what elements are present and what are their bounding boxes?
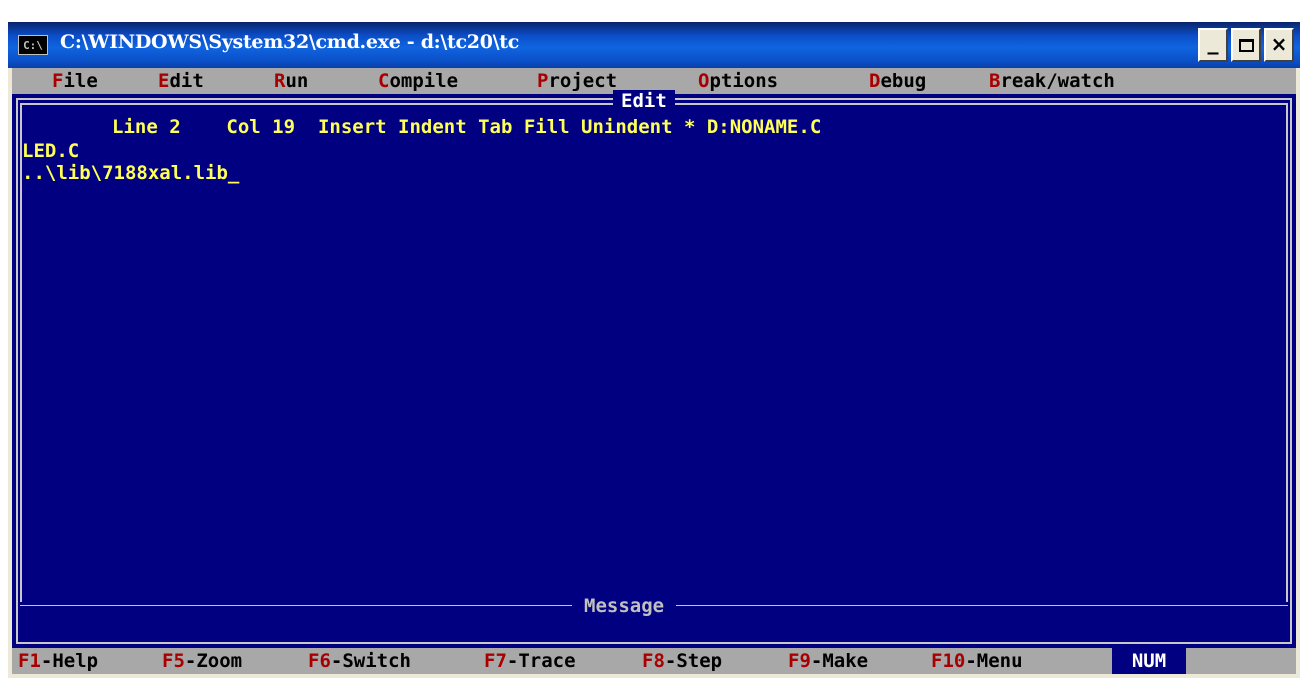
fkey-step[interactable]: F8-Step — [642, 649, 722, 673]
close-icon: × — [1270, 32, 1288, 56]
fkey-help[interactable]: F1-Help — [18, 649, 98, 673]
fkey-switch-label: -Switch — [330, 650, 411, 672]
menu-run[interactable]: Run — [274, 69, 308, 93]
editor-line-2[interactable]: ..\lib\7188xal.lib_ — [22, 162, 239, 184]
status-line-number: Line 2 — [112, 116, 181, 138]
message-panel-title: Message — [572, 594, 677, 618]
menu-compile-label: ompile — [389, 70, 459, 92]
menu-run-label: un — [285, 70, 309, 92]
fkey-menu-label: -Menu — [965, 650, 1023, 672]
fkey-menu-key: F10 — [931, 650, 966, 672]
fkey-menu[interactable]: F10-Menu — [931, 649, 1023, 673]
menu-debug[interactable]: Debug — [869, 69, 926, 93]
menu-run-hotkey: R — [274, 70, 286, 92]
fkey-trace[interactable]: F7-Trace — [484, 649, 576, 673]
fkey-zoom-label: -Zoom — [184, 650, 243, 672]
editor-line-2-text: ..\lib\7188xal.lib — [22, 162, 228, 184]
menu-debug-hotkey: D — [869, 70, 881, 92]
console-icon[interactable]: C:\ — [18, 35, 48, 55]
menu-edit-label: dit — [169, 70, 204, 92]
menu-options-label: ptions — [709, 70, 779, 92]
cmd-window: C:\ C:\WINDOWS\System32\cmd.exe - d:\tc2… — [8, 22, 1300, 678]
frame-left-outer — [16, 98, 18, 644]
menu-project[interactable]: Project — [537, 69, 617, 93]
cropped-background — [0, 0, 1306, 22]
menu-breakwatch-label: reak/watch — [1000, 70, 1115, 92]
frame-bottom — [16, 642, 1292, 644]
menu-options[interactable]: Options — [698, 69, 778, 93]
text-cursor: _ — [227, 162, 240, 184]
menu-edit[interactable]: Edit — [158, 69, 204, 93]
edit-frame-title: Edit — [613, 90, 675, 112]
function-key-bar: F1-Help F5-Zoom F6-Switch F7-Trace F8-St… — [12, 648, 1296, 674]
fkey-make[interactable]: F9-Make — [788, 649, 868, 673]
frame-right-inner — [1286, 103, 1288, 602]
minimize-button[interactable]: _ — [1198, 28, 1228, 62]
menu-options-hotkey: O — [698, 70, 710, 92]
fkey-help-label: -Help — [40, 650, 99, 672]
fkey-zoom-key: F5 — [162, 650, 185, 672]
fkey-make-key: F9 — [788, 650, 811, 672]
menu-file[interactable]: File — [52, 69, 98, 93]
status-flags: Insert Indent Tab Fill Unindent * D:NONA… — [317, 116, 822, 138]
fkey-zoom[interactable]: F5-Zoom — [162, 649, 242, 673]
fkey-help-key: F1 — [18, 650, 41, 672]
editor-status-line: Line 2 Col 19 Insert Indent Tab Fill Uni… — [112, 115, 821, 139]
frame-right-outer — [1290, 98, 1292, 644]
menu-breakwatch[interactable]: Break/watch — [989, 69, 1115, 93]
menu-debug-label: ebug — [880, 70, 927, 92]
fkey-switch[interactable]: F6-Switch — [308, 649, 411, 673]
close-button[interactable]: × — [1264, 28, 1294, 62]
menu-project-label: roject — [548, 70, 618, 92]
menu-file-hotkey: F — [52, 70, 64, 92]
editor-line-1[interactable]: LED.C — [22, 140, 79, 162]
window-title: C:\WINDOWS\System32\cmd.exe - d:\tc20\tc — [60, 31, 520, 53]
menu-compile-hotkey: C — [378, 70, 390, 92]
fkey-step-key: F8 — [642, 650, 665, 672]
minimize-icon: _ — [1207, 30, 1219, 55]
fkey-trace-label: -Trace — [506, 650, 576, 672]
maximize-button[interactable] — [1231, 28, 1261, 62]
menu-project-hotkey: P — [537, 70, 549, 92]
fkey-make-label: -Make — [810, 650, 869, 672]
menu-compile[interactable]: Compile — [378, 69, 458, 93]
num-lock-indicator: NUM — [1112, 648, 1186, 674]
menu-breakwatch-hotkey: B — [989, 70, 1001, 92]
fkey-switch-key: F6 — [308, 650, 331, 672]
menu-file-label: ile — [63, 70, 98, 92]
status-col-number: Col 19 — [226, 116, 296, 138]
turbo-c-screen[interactable]: File Edit Run Compile Project Options De… — [12, 68, 1296, 674]
fkey-trace-key: F7 — [484, 650, 507, 672]
title-bar[interactable]: C:\ C:\WINDOWS\System32\cmd.exe - d:\tc2… — [8, 22, 1300, 68]
menu-edit-hotkey: E — [158, 70, 170, 92]
fkey-step-label: -Step — [664, 650, 723, 672]
maximize-icon — [1239, 39, 1254, 52]
